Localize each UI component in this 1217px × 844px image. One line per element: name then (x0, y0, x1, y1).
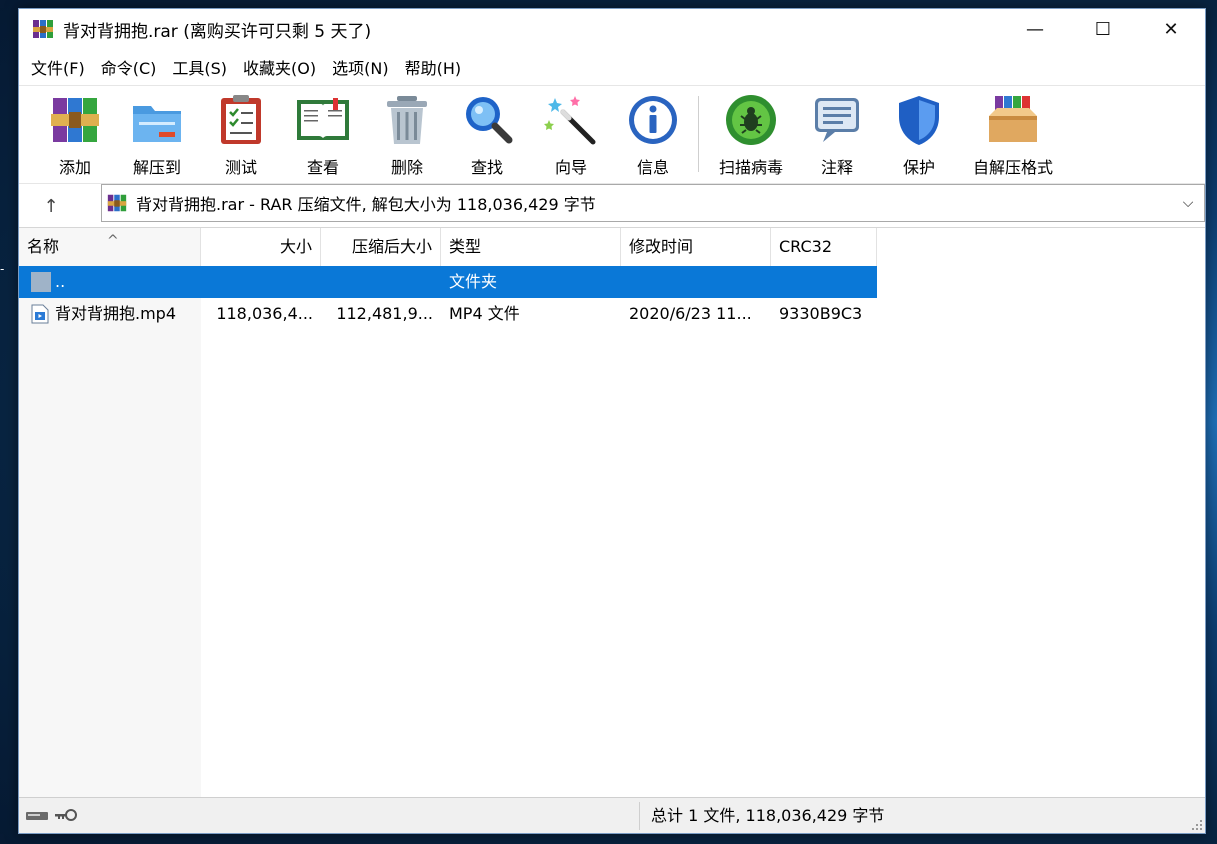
up-folder-button[interactable]: ↑ (37, 192, 65, 220)
search-icon (466, 97, 513, 144)
sort-ascending-icon: ^ (107, 233, 119, 249)
row-size: 118,036,4... (216, 304, 313, 323)
wizard-label: 向导 (554, 158, 587, 177)
resize-grip-icon[interactable] (1191, 819, 1203, 831)
protect-button[interactable]: 保护 (891, 92, 947, 180)
find-button[interactable]: 查找 (459, 92, 515, 180)
address-path-text: 背对背拥抱.rar - RAR 压缩文件, 解包大小为 118,036,429 … (136, 195, 596, 214)
rar-archive-icon (107, 194, 127, 212)
column-header-row: 名称 ^ 大小 压缩后大小 类型 修改时间 CRC32 (19, 228, 877, 266)
menu-tools[interactable]: 工具(S) (164, 55, 235, 79)
comment-label: 注释 (820, 158, 853, 177)
row-type: MP4 文件 (449, 304, 520, 323)
column-header-size[interactable]: 大小 (201, 228, 321, 266)
delete-button[interactable]: 删除 (379, 92, 435, 180)
status-separator (639, 802, 640, 830)
menu-bar: 文件(F) 命令(C) 工具(S) 收藏夹(O) 选项(N) 帮助(H) (19, 53, 1205, 81)
row-modified: 2020/6/23 11... (629, 304, 752, 323)
status-summary: 总计 1 文件, 118,036,429 字节 (651, 806, 885, 825)
test-label: 测试 (224, 158, 257, 177)
test-icon (221, 95, 261, 144)
row-name: 背对背拥抱.mp4 (55, 304, 177, 323)
address-path-box[interactable]: 背对背拥抱.rar - RAR 压缩文件, 解包大小为 118,036,429 … (101, 184, 1205, 222)
toolbar-separator (698, 96, 699, 172)
row-packed-size (321, 266, 441, 298)
virus-scan-label: 扫描病毒 (718, 158, 783, 177)
table-row[interactable]: .. 文件夹 (19, 266, 877, 298)
close-button[interactable]: ✕ (1137, 9, 1205, 49)
trash-icon (387, 96, 427, 144)
row-crc32: 9330B9C3 (779, 304, 863, 323)
row-name: .. (55, 272, 66, 291)
column-header-packed-size[interactable]: 压缩后大小 (321, 228, 441, 266)
delete-label: 删除 (390, 158, 423, 177)
key-icon (55, 809, 77, 821)
virus-scan-button[interactable]: 扫描病毒 (711, 92, 791, 180)
winrar-window: 背对背拥抱.rar (离购买许可只剩 5 天了) — ☐ ✕ 文件(F) 命令(… (18, 8, 1206, 834)
menu-file[interactable]: 文件(F) (23, 55, 93, 79)
view-book-icon (297, 98, 349, 140)
title-bar[interactable]: 背对背拥抱.rar (离购买许可只剩 5 天了) — ☐ ✕ (19, 9, 1205, 49)
table-row[interactable]: 背对背拥抱.mp4 118,036,4... 112,481,9... MP4 … (19, 298, 877, 330)
file-list: 名称 ^ 大小 压缩后大小 类型 修改时间 CRC32 .. 文件夹 背对背拥抱… (19, 227, 1205, 797)
shield-icon (899, 96, 939, 145)
extract-to-button[interactable]: 解压到 (127, 92, 187, 180)
row-size (201, 266, 321, 298)
menu-command[interactable]: 命令(C) (93, 55, 165, 79)
minimize-button[interactable]: — (1001, 9, 1069, 49)
wizard-button[interactable]: 向导 (543, 92, 599, 180)
row-type: 文件夹 (449, 272, 498, 291)
column-header-type[interactable]: 类型 (441, 228, 621, 266)
info-button[interactable]: 信息 (625, 92, 681, 180)
toolbar: 添加 解压到 测试 查看 删除 查找 向导 信息 扫描病毒 注释 保护 自解压格… (19, 85, 1205, 183)
find-label: 查找 (470, 158, 503, 177)
test-button[interactable]: 测试 (213, 92, 269, 180)
row-modified (621, 266, 771, 298)
add-label: 添加 (58, 158, 91, 177)
row-crc32 (771, 266, 877, 298)
comment-icon (815, 98, 859, 142)
menu-help[interactable]: 帮助(H) (397, 55, 470, 79)
menu-options[interactable]: 选项(N) (324, 55, 396, 79)
add-archive-icon (51, 98, 99, 142)
status-bar: 总计 1 文件, 118,036,429 字节 (19, 797, 1205, 833)
extract-to-label: 解压到 (132, 158, 181, 177)
address-bar: ↑ 背对背拥抱.rar - RAR 压缩文件, 解包大小为 118,036,42… (19, 183, 1205, 227)
virus-scan-icon (726, 95, 776, 145)
wizard-wand-icon (544, 96, 596, 145)
add-button[interactable]: 添加 (47, 92, 103, 180)
column-header-modified[interactable]: 修改时间 (621, 228, 771, 266)
winrar-app-icon (33, 20, 53, 38)
sfx-box-icon (989, 96, 1037, 142)
maximize-button[interactable]: ☐ (1069, 9, 1137, 49)
column-header-name[interactable]: 名称 ^ (19, 228, 201, 266)
desktop-edge-glyph: - (0, 262, 5, 276)
window-title: 背对背拥抱.rar (离购买许可只剩 5 天了) (63, 21, 372, 42)
column-header-crc32[interactable]: CRC32 (771, 228, 877, 266)
column-header-name-label: 名称 (27, 237, 60, 256)
row-packed-size: 112,481,9... (336, 304, 433, 323)
menu-favorites[interactable]: 收藏夹(O) (235, 55, 324, 79)
sfx-label: 自解压格式 (972, 158, 1053, 177)
extract-to-icon (133, 106, 181, 142)
status-icons (25, 806, 79, 824)
info-icon (629, 96, 677, 144)
sfx-button[interactable]: 自解压格式 (967, 92, 1059, 180)
view-label: 查看 (306, 158, 339, 177)
chevron-down-icon[interactable]: ⌵ (1178, 193, 1198, 213)
info-label: 信息 (636, 158, 669, 177)
window-controls: — ☐ ✕ (1001, 9, 1205, 49)
drive-icon (26, 812, 48, 820)
comment-button[interactable]: 注释 (809, 92, 865, 180)
view-button[interactable]: 查看 (291, 92, 355, 180)
protect-label: 保护 (902, 158, 935, 177)
